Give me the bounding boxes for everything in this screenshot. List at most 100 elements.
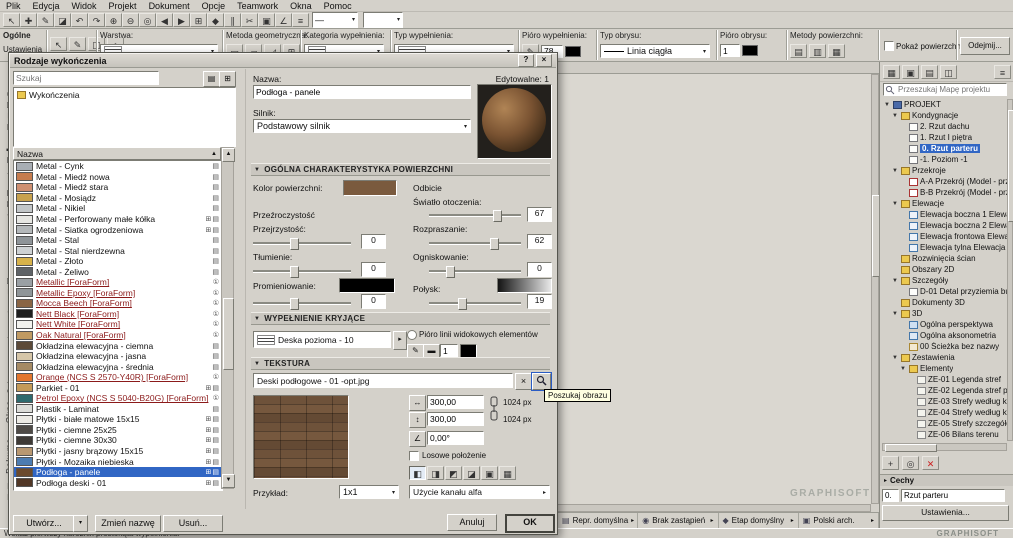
section-general[interactable]: ▼ OGÓLNA CHARAKTERYSTYKA POWIERZCHNI — [251, 163, 550, 176]
redo-icon[interactable]: ↷ — [88, 12, 105, 27]
ambient-value[interactable]: 67 — [527, 207, 552, 222]
shininess-value[interactable]: 19 — [527, 294, 552, 309]
texture-file-field[interactable]: Deski podłogowe - 01 -opt.jpg — [253, 373, 513, 388]
menu-item-pomoc[interactable]: Pomoc — [318, 1, 358, 11]
materials-scrollbar[interactable]: ▲ ▼ — [221, 147, 235, 489]
folder-row[interactable]: Wykończenia — [14, 88, 235, 102]
properties-header[interactable]: ▸ Cechy — [880, 474, 1013, 486]
story-name-field[interactable] — [901, 489, 1005, 502]
tile-rotate-icon[interactable]: ◪ — [463, 466, 480, 480]
outline-pen-input[interactable] — [720, 44, 740, 57]
undo-icon[interactable]: ↶ — [71, 12, 88, 27]
material-row[interactable]: Petrol Epoxy (NCS S 5040-B20G) [ForaForm… — [14, 393, 222, 404]
material-row[interactable]: Plastik - Laminat ▤ — [14, 404, 222, 415]
material-row[interactable]: Podłoga - panele ⊞▤ — [14, 466, 222, 478]
cut-icon[interactable]: ✂ — [241, 12, 258, 27]
pen-weight-combo[interactable]: ▾ — [363, 11, 403, 28]
navigator-search-input[interactable] — [896, 85, 1006, 94]
section-fill[interactable]: ▼ WYPEŁNIENIE KRYJĄCE — [251, 312, 550, 325]
emission-color-swatch[interactable] — [339, 278, 395, 293]
tree-item[interactable]: 1. Rzut I piętra — [882, 132, 1007, 143]
tree-item[interactable]: ZE-03 Strefy według kategorii — [882, 396, 1007, 407]
navigator-search[interactable] — [883, 83, 1007, 96]
random-position-checkbox[interactable] — [409, 451, 419, 461]
tree-item[interactable]: -1. Poziom -1 — [882, 154, 1007, 165]
navigator-vertical-scrollbar[interactable] — [1007, 99, 1013, 441]
tree-item[interactable]: ▼ 3D — [882, 308, 1007, 319]
surface-list-icon[interactable]: ▤ — [790, 44, 807, 58]
tree-item[interactable]: Rozwinięcia ścian — [882, 253, 1007, 264]
tile-repeat-icon[interactable]: ▦ — [499, 466, 516, 480]
search-input[interactable] — [13, 71, 159, 85]
tree-item[interactable]: ▼ Zestawienia — [882, 352, 1007, 363]
material-row[interactable]: Metal - Cynk ▤ — [14, 161, 222, 172]
diffuse-value[interactable]: 62 — [527, 234, 552, 249]
tree-expand-icon[interactable]: ▼ — [891, 168, 899, 174]
focus-slider[interactable] — [429, 266, 521, 278]
open-view-icon[interactable]: ◎ — [902, 456, 919, 470]
mirror-both-icon[interactable]: ◩ — [445, 466, 462, 480]
dialog-title-bar[interactable]: Rodzaje wykończenia ? × — [10, 54, 556, 68]
tree-expand-icon[interactable]: ▼ — [883, 102, 891, 108]
cancel-button[interactable]: Anuluj — [447, 514, 497, 531]
list-header[interactable]: Nazwa ▲ — [13, 147, 221, 160]
tree-item[interactable]: ZE-05 Strefy szczegółowe — [882, 418, 1007, 429]
tree-item[interactable]: ▼ Przekroje — [882, 165, 1007, 176]
tree-expand-icon[interactable]: ▼ — [891, 278, 899, 284]
ambient-slider[interactable] — [429, 210, 521, 222]
create-dropdown-icon[interactable]: ▾ — [73, 515, 88, 532]
tree-item[interactable]: 2. Rzut dachu — [882, 121, 1007, 132]
close-button[interactable]: × — [536, 54, 552, 67]
fit-view-icon[interactable]: ◎ — [139, 12, 156, 27]
fill-pen-color-chip[interactable] — [565, 45, 581, 57]
layout-book-icon[interactable]: ▤ — [921, 64, 938, 79]
material-row[interactable]: Metal - Żeliwo ▤ — [14, 266, 222, 277]
tree-item[interactable]: ▼ Elewacje — [882, 198, 1007, 209]
pen-icon[interactable]: ✎ — [37, 12, 54, 27]
layer-combination[interactable]: ▤ Repr. domyślna ▸ — [558, 513, 639, 528]
tree-view-icon[interactable]: ⊞ — [219, 71, 236, 87]
view-pen-radio[interactable] — [407, 330, 417, 340]
attenuation-slider[interactable] — [253, 266, 351, 278]
fill-pen-number-input[interactable] — [440, 344, 458, 357]
scroll-down-icon[interactable]: ▼ — [222, 474, 235, 488]
select-icon[interactable]: ↖ — [3, 12, 20, 27]
material-row[interactable]: Podłoga deski - 01 ⊞▤ — [14, 477, 222, 488]
guide-lines-icon[interactable]: ∥ — [224, 12, 241, 27]
help-button[interactable]: ? — [518, 54, 534, 67]
texture-width-input[interactable] — [427, 395, 484, 409]
material-row[interactable]: Metal - Stal nierdzewna ▤ — [14, 245, 222, 256]
material-row[interactable]: Metal - Mosiądz ▤ — [14, 193, 222, 204]
material-row[interactable]: Płytki - ciemne 25x25 ⊞▤ — [14, 425, 222, 436]
show-surfaces-checkbox[interactable] — [884, 41, 894, 51]
story-number-field[interactable] — [882, 489, 899, 502]
delete-button[interactable]: Usuń... — [163, 515, 223, 532]
tree-expand-icon[interactable]: ▼ — [891, 311, 899, 317]
tree-item[interactable]: ZE-01 Legenda stref — [882, 374, 1007, 385]
material-row[interactable]: Płytki - Mozaika niebieska ⊞▤ — [14, 456, 222, 467]
tree-item[interactable]: Obszary 2D — [882, 264, 1007, 275]
dimension-standard[interactable]: ▣ Polski arch. ▸ — [799, 513, 879, 528]
publisher-icon[interactable]: ◫ — [940, 64, 957, 79]
tree-expand-icon[interactable]: ▼ — [891, 201, 899, 207]
vector-fill-combo[interactable]: Deska pozioma - 10 — [253, 331, 391, 348]
material-row[interactable]: Metal - Siatka ogrodzeniowa ⊞▤ — [14, 224, 222, 235]
tree-item[interactable]: A-A Przekrój (Model - przebudowa) — [882, 176, 1007, 187]
tree-item[interactable]: 0. Rzut parteru — [882, 143, 1007, 154]
outline-type-combo[interactable]: Linia ciągła ▾ — [600, 44, 710, 58]
material-row[interactable]: Metallic [ForaForm] ① — [14, 277, 222, 288]
fill-flyout-icon[interactable]: ▸ — [393, 331, 407, 350]
magnet-icon[interactable]: ◆ — [207, 12, 224, 27]
material-row[interactable]: Okładzina elewacyjna - ciemna ▤ — [14, 340, 222, 351]
tree-expand-icon[interactable]: ▼ — [891, 355, 899, 361]
focus-value[interactable]: 0 — [527, 262, 552, 277]
list-view-icon[interactable]: ▤ — [203, 71, 220, 87]
menu-item-widok[interactable]: Widok — [66, 1, 103, 11]
renovation-filter[interactable]: ◆ Etap domyślny ▸ — [719, 513, 799, 528]
default-settings-icon[interactable]: ↖ — [50, 37, 67, 51]
line-type-combo[interactable]: — ▾ — [312, 11, 358, 28]
menu-item-dokument[interactable]: Dokument — [143, 1, 196, 11]
project-map-icon[interactable]: ▦ — [883, 64, 900, 79]
tree-item[interactable]: ▼ Kondygnacje — [882, 110, 1007, 121]
material-row[interactable]: Okładzina elewacyjna - jasna ▤ — [14, 351, 222, 362]
